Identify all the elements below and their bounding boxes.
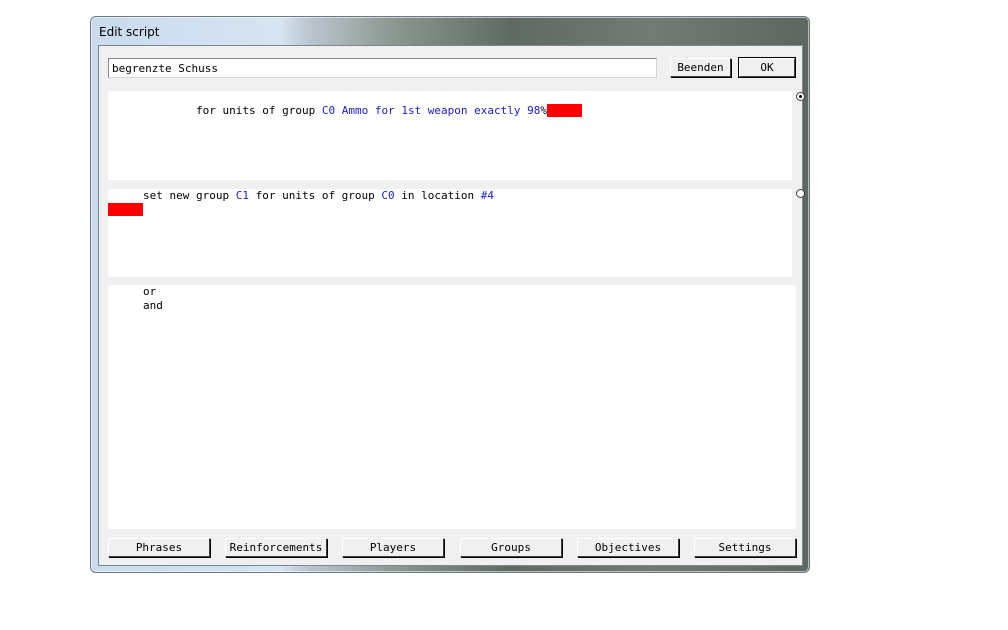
- condition-parameter[interactable]: #4: [481, 189, 494, 202]
- reinforcements-button[interactable]: Reinforcements: [225, 538, 327, 557]
- edit-script-window: Edit script Beenden OK for units of grou…: [90, 16, 810, 573]
- condition-parameter[interactable]: for 1st weapon: [375, 104, 468, 117]
- condition-text: %: [540, 104, 548, 117]
- condition-line-1: for units of group C0 Ammo for 1st weapo…: [143, 91, 583, 130]
- condition-parameter[interactable]: Ammo: [342, 104, 369, 117]
- end-button[interactable]: Beenden: [670, 58, 731, 77]
- condition-text: in location: [394, 189, 481, 202]
- condition-text: set new group: [143, 189, 236, 202]
- condition-2-radio[interactable]: [796, 189, 805, 198]
- players-button[interactable]: Players: [342, 538, 444, 557]
- operator-and[interactable]: and: [143, 299, 163, 312]
- groups-button[interactable]: Groups: [460, 538, 562, 557]
- condition-text: [335, 104, 342, 117]
- condition-parameter[interactable]: C0: [381, 189, 394, 202]
- script-name-input[interactable]: [108, 58, 657, 78]
- condition-text: for units of group: [248, 189, 382, 202]
- condition-parameter[interactable]: C1: [236, 189, 249, 202]
- marker-red-box: [108, 203, 143, 216]
- phrases-button[interactable]: Phrases: [108, 538, 210, 557]
- condition-parameter[interactable]: C0: [322, 104, 335, 117]
- ok-button[interactable]: OK: [738, 57, 796, 78]
- condition-1-radio[interactable]: [796, 92, 805, 101]
- operators-panel: or and: [108, 285, 796, 529]
- window-title: Edit script: [99, 25, 160, 39]
- dialog-client-area: Beenden OK for units of group C0 Ammo fo…: [98, 45, 805, 566]
- condition-panel-2[interactable]: set new group C1 for units of group C0 i…: [108, 189, 792, 277]
- settings-button[interactable]: Settings: [694, 538, 796, 557]
- marker-red-box: [547, 104, 583, 117]
- objectives-button[interactable]: Objectives: [577, 538, 679, 557]
- condition-text: for units of group: [195, 104, 322, 117]
- condition-parameter[interactable]: 98: [527, 104, 540, 117]
- condition-parameter[interactable]: exactly: [474, 104, 520, 117]
- operator-or[interactable]: or: [143, 285, 156, 298]
- condition-line-2: set new group C1 for units of group C0 i…: [143, 189, 494, 202]
- condition-panel-1[interactable]: for units of group C0 Ammo for 1st weapo…: [108, 91, 792, 180]
- condition-text: [368, 104, 375, 117]
